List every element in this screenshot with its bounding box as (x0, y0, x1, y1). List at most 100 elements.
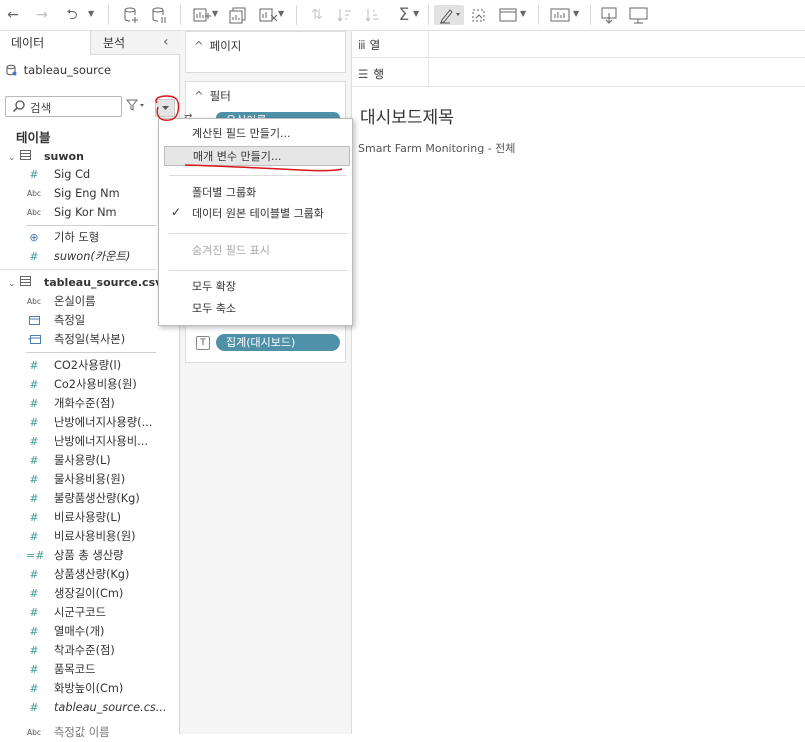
field-item[interactable]: # Sig Cd (0, 165, 170, 184)
field-item[interactable]: # 비료사용비용(원) (0, 527, 170, 546)
menu-collapse-all[interactable]: 모두 축소 (159, 299, 352, 319)
field-item[interactable]: # 품목코드 (0, 660, 170, 679)
field-item[interactable]: # 불량품생산량(Kg) (0, 489, 170, 508)
field-item[interactable]: # 상품생산량(Kg) (0, 565, 170, 584)
field-item[interactable]: Abc Sig Eng Nm (0, 184, 170, 203)
pane-menu-button[interactable] (155, 99, 175, 117)
filters-card-header: ^ 필터 (194, 88, 231, 104)
view-canvas[interactable] (352, 89, 805, 734)
tab-data[interactable]: 데이터 (0, 31, 90, 55)
swap-rows-cols-icon[interactable]: ⇅ (308, 5, 326, 25)
back-arrow-icon[interactable]: ← (5, 5, 21, 25)
menu-separator (169, 270, 347, 271)
menu-expand-all[interactable]: 모두 확장 (159, 277, 352, 297)
field-item[interactable]: Abc 온실이름 (0, 292, 170, 311)
sort-descending-icon[interactable] (364, 5, 382, 25)
field-item[interactable]: 측정일(복사본) (0, 330, 170, 349)
totals-dropdown-icon[interactable]: ▼ (413, 9, 419, 18)
fit-view-icon[interactable] (498, 5, 520, 25)
field-label: 측정일 (54, 314, 86, 327)
field-label: 온실이름 (54, 295, 96, 308)
new-datasource-icon[interactable] (122, 5, 140, 25)
text-mark-icon[interactable]: T (196, 336, 210, 350)
field-label: Sig Cd (54, 168, 91, 181)
search-icon (12, 99, 26, 116)
field-item[interactable]: # 개화수준(점) (0, 394, 170, 413)
field-item[interactable]: # 시군구코드 (0, 603, 170, 622)
menu-create-calculated-field[interactable]: 계산된 필드 만들기... (159, 124, 352, 144)
clear-sheet-dropdown-icon[interactable]: ▼ (278, 9, 284, 18)
measure-number-icon: # (29, 416, 39, 429)
table-name: suwon (44, 150, 84, 163)
field-label: 화방높이(Cm) (54, 682, 124, 695)
marks-pill[interactable]: 집계(대시보드) (216, 334, 340, 351)
columns-shelf-label: iii 열 (358, 37, 380, 53)
expand-toggle-icon[interactable]: ⌄ (8, 275, 20, 293)
field-divider (26, 352, 156, 353)
menu-show-hidden-fields: 숨겨진 필드 표시 (192, 244, 270, 257)
field-item[interactable]: # Co2사용비용(원) (0, 375, 170, 394)
measure-number-icon: # (29, 530, 39, 543)
download-icon[interactable] (600, 5, 620, 25)
field-item[interactable]: # 물사용량(L) (0, 451, 170, 470)
measure-number-icon: # (29, 473, 39, 486)
field-item-cutoff[interactable]: Abc 측정값 이름 (0, 723, 170, 742)
field-item[interactable]: # tableau_source.cs... (0, 698, 170, 717)
measure-number-icon: # (29, 644, 39, 657)
collapse-pane-icon[interactable]: ‹ (163, 34, 169, 50)
menu-group-by-folder[interactable]: 폴더별 그룹화 (159, 183, 352, 203)
table-tableau-source[interactable]: ⌄ tableau_source.csv (8, 274, 162, 292)
forward-arrow-icon[interactable]: → (34, 5, 50, 25)
new-worksheet-icon[interactable] (192, 5, 212, 25)
redo-loop-icon[interactable]: ⮌ (62, 5, 82, 25)
field-item[interactable]: 측정일 (0, 311, 170, 330)
show-me-chart-icon[interactable] (550, 5, 570, 25)
search-input[interactable]: 검색 (5, 96, 122, 117)
field-item[interactable]: # 생장길이(Cm) (0, 584, 170, 603)
field-item[interactable]: # 착과수준(점) (0, 641, 170, 660)
field-item[interactable]: Abc Sig Kor Nm (0, 203, 170, 222)
field-item[interactable]: =# 상품 총 생산량 (0, 546, 170, 565)
field-label: 생장길이(Cm) (54, 587, 124, 600)
totals-sigma-icon[interactable]: Σ (394, 5, 414, 25)
pages-label: 페이지 (209, 39, 242, 53)
field-item[interactable]: # 열매수(개) (0, 622, 170, 641)
sort-ascending-icon[interactable] (336, 5, 354, 25)
highlight-pen-icon[interactable] (434, 5, 464, 25)
fit-dropdown-icon[interactable]: ▼ (520, 9, 526, 18)
field-label: 상품생산량(Kg) (54, 568, 130, 581)
field-item[interactable]: # CO2사용량(l) (0, 356, 170, 375)
datasource-row[interactable]: tableau_source (6, 63, 111, 77)
menu-group-by-source-table[interactable]: 데이터 원본 테이블별 그룹화 (159, 204, 352, 224)
search-placeholder: 검색 (30, 101, 52, 115)
measure-number-icon: # (29, 568, 39, 581)
measure-number-icon: # (29, 378, 39, 391)
new-worksheet-dropdown-icon[interactable]: ▼ (212, 9, 218, 18)
field-divider (26, 225, 156, 226)
field-item[interactable]: ⊕ 기하 도형 (0, 228, 170, 247)
menu-create-parameter[interactable]: 매개 변수 만들기... (164, 146, 350, 166)
rows-shelf[interactable]: ☰ 행 (352, 60, 805, 87)
field-label: suwon(카운트) (54, 250, 131, 263)
show-me-dropdown-icon[interactable]: ▼ (573, 9, 579, 18)
table-suwon[interactable]: ⌄ suwon (8, 148, 84, 166)
field-item[interactable]: # 비료사용량(L) (0, 508, 170, 527)
table-icon (20, 148, 34, 166)
field-item[interactable]: # 난방에너지사용비... (0, 432, 170, 451)
clear-sheet-icon[interactable] (258, 5, 278, 25)
collapse-caret-icon[interactable]: ^ (194, 39, 204, 53)
pages-card[interactable]: ^ 페이지 (185, 31, 346, 73)
columns-shelf[interactable]: iii 열 (352, 31, 805, 58)
pause-datasource-icon[interactable] (150, 5, 168, 25)
field-item[interactable]: # 화방높이(Cm) (0, 679, 170, 698)
collapse-caret-icon[interactable]: ^ (194, 89, 204, 103)
field-item[interactable]: # 난방에너지사용량(... (0, 413, 170, 432)
filter-icon[interactable] (125, 99, 146, 114)
duplicate-sheet-icon[interactable] (228, 5, 248, 25)
field-item[interactable]: # suwon(카운트) (0, 247, 170, 266)
undo-dropdown-icon[interactable]: ▼ (88, 9, 94, 18)
field-item[interactable]: # 물사용비용(원) (0, 470, 170, 489)
presentation-mode-icon[interactable] (628, 5, 650, 25)
rows-text: 행 (373, 67, 384, 81)
group-members-icon[interactable] (470, 5, 488, 25)
